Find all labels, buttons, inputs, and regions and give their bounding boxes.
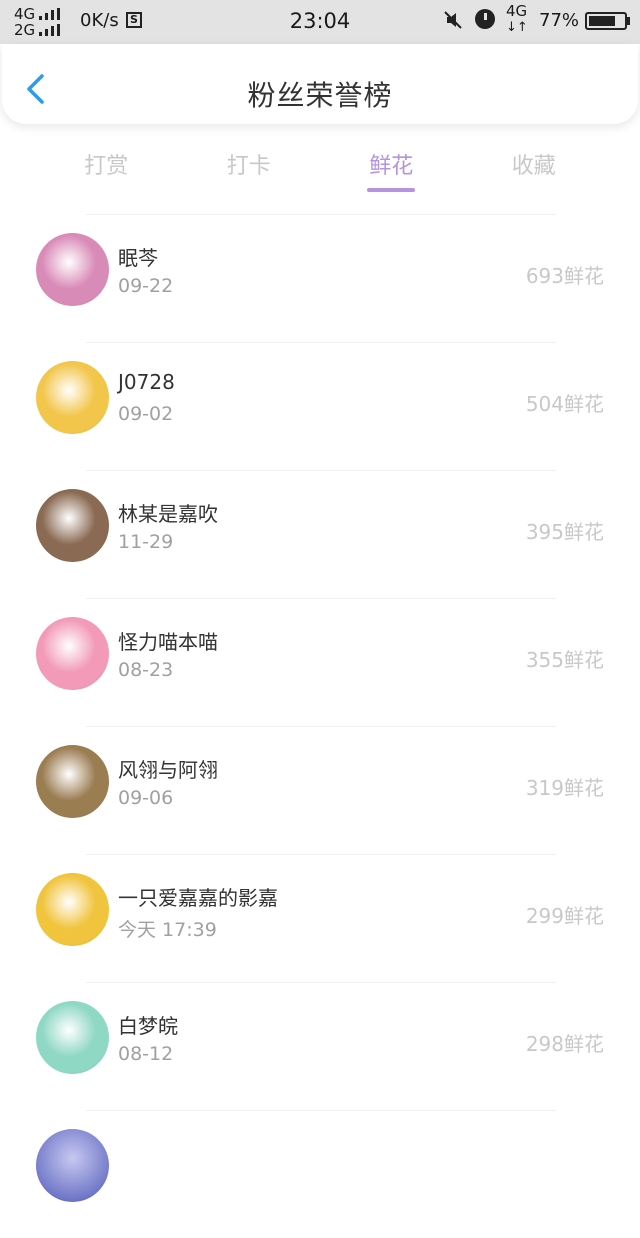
- avatar[interactable]: [36, 489, 109, 562]
- data-arrows-icon: ↓↑: [506, 20, 528, 35]
- divider: [86, 982, 556, 983]
- avatar[interactable]: [36, 233, 109, 306]
- divider: [86, 470, 556, 471]
- avatar[interactable]: [36, 617, 109, 690]
- list-item[interactable]: 怪力喵本喵 08-23 355鲜花: [0, 598, 640, 726]
- fan-name: 林某是嘉吹: [118, 502, 218, 526]
- flower-count: 319鲜花: [525, 776, 604, 800]
- divider: [86, 854, 556, 855]
- divider: [86, 342, 556, 343]
- tab-flowers[interactable]: 鲜花: [320, 140, 463, 192]
- mobile-data-indicator: 4G ↓↑: [506, 2, 528, 36]
- avatar[interactable]: [36, 873, 109, 946]
- tab-favorites[interactable]: 收藏: [463, 140, 606, 192]
- flower-count: 355鲜花: [525, 648, 604, 672]
- avatar[interactable]: [36, 1129, 109, 1202]
- fan-name: 一只爱嘉嘉的影嘉: [118, 886, 278, 910]
- tab-bar: 打赏 打卡 鲜花 收藏: [35, 140, 605, 192]
- fan-date: 09-02: [118, 403, 174, 425]
- fan-date: 09-06: [118, 787, 174, 809]
- alarm-icon: [475, 9, 495, 29]
- list-item[interactable]: 风翎与阿翎 09-06 319鲜花: [0, 726, 640, 854]
- page-title: 粉丝荣誉榜: [247, 79, 393, 112]
- net-right-label: 4G: [506, 2, 528, 20]
- fan-date: 09-22: [118, 275, 174, 297]
- tab-tip[interactable]: 打赏: [35, 140, 178, 192]
- tab-checkin[interactable]: 打卡: [178, 140, 321, 192]
- fan-date: 08-12: [118, 1043, 174, 1065]
- divider: [86, 726, 556, 727]
- flower-count: 504鲜花: [525, 392, 604, 416]
- fan-date: 11-29: [118, 531, 174, 553]
- top-bar: 粉丝荣誉榜: [2, 44, 638, 124]
- avatar[interactable]: [36, 1001, 109, 1074]
- avatar[interactable]: [36, 745, 109, 818]
- fan-name: 眠芩: [118, 246, 158, 270]
- list-item[interactable]: 白梦皖 08-12 298鲜花: [0, 982, 640, 1110]
- fan-date: 今天 17:39: [118, 919, 217, 941]
- battery-tip: [627, 17, 630, 25]
- fan-date: 08-23: [118, 659, 174, 681]
- list-item[interactable]: 一只爱嘉嘉的影嘉 今天 17:39 299鲜花: [0, 854, 640, 982]
- fan-list: 眠芩 09-22 693鲜花 J0728 09-02 504鲜花林某是嘉吹 11-29 395…: [0, 214, 640, 1238]
- divider: [86, 1110, 556, 1111]
- mute-icon: [444, 11, 462, 34]
- list-item[interactable]: J0728 09-02 504鲜花: [0, 342, 640, 470]
- status-bar: 4G 2G 0K/s S 23:04 4G ↓↑ 77%: [0, 0, 640, 44]
- fan-name: 怪力喵本喵: [118, 630, 218, 654]
- fan-name: J0728: [118, 370, 175, 394]
- flower-count: 299鲜花: [525, 904, 604, 928]
- divider: [86, 214, 556, 215]
- battery-fill: [589, 16, 615, 26]
- list-item[interactable]: 眠芩 09-22 693鲜花: [0, 214, 640, 342]
- fan-name: 白梦皖: [118, 1014, 178, 1038]
- list-item[interactable]: [0, 1110, 640, 1238]
- divider: [86, 598, 556, 599]
- list-item[interactable]: 林某是嘉吹 11-29 395鲜花: [0, 470, 640, 598]
- flower-count: 693鲜花: [525, 264, 604, 288]
- fan-name: 风翎与阿翎: [118, 758, 218, 782]
- battery-percent: 77%: [539, 10, 580, 31]
- flower-count: 298鲜花: [525, 1032, 604, 1056]
- flower-count: 395鲜花: [525, 520, 604, 544]
- avatar[interactable]: [36, 361, 109, 434]
- battery-icon: [585, 12, 627, 30]
